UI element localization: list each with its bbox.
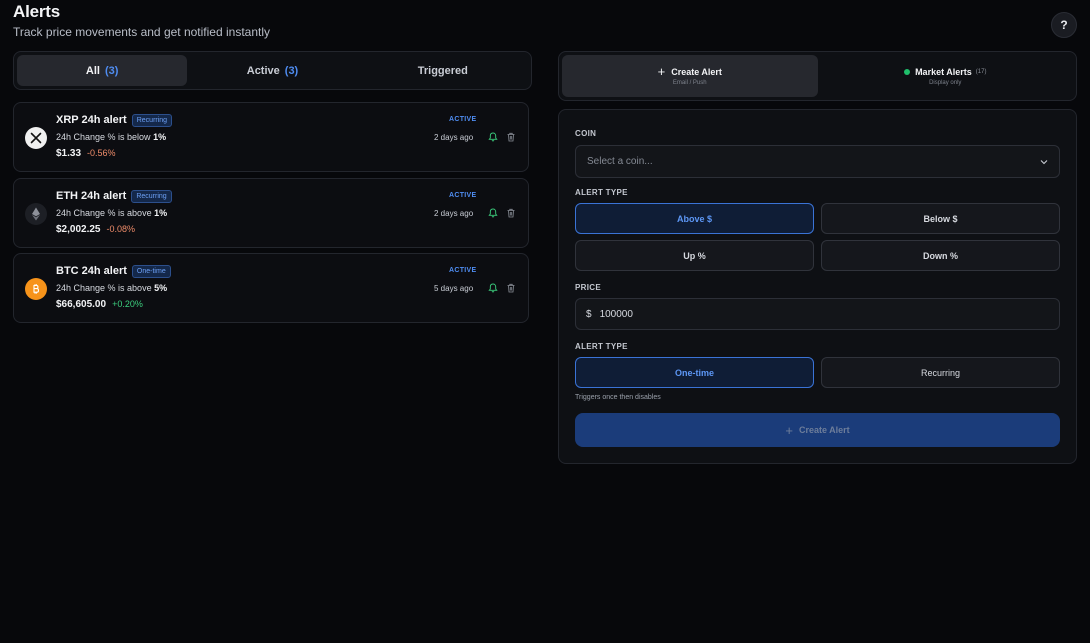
tab-triggered[interactable]: Triggered [358,55,528,86]
price-value: 100000 [599,308,633,320]
chevron-down-icon [1040,160,1048,165]
status-badge: ACTIVE [449,267,477,274]
tab-subtitle: Email / Push [672,79,707,86]
eth-icon [25,203,47,225]
tab-label: Market Alerts [915,66,972,77]
status-badge: ACTIVE [449,192,477,199]
currency-symbol: $ [586,308,592,320]
price-change: -0.08% [106,224,136,234]
alert-condition: 24h Change % is above 5% [56,283,168,293]
trash-icon[interactable] [506,208,516,218]
bell-icon[interactable] [488,208,498,218]
bell-icon[interactable] [488,132,498,142]
xrp-icon [25,127,47,149]
below-price-option[interactable]: Below $ [821,203,1060,234]
tab-all[interactable]: All (3) [17,55,188,86]
coin-select[interactable]: Select a coin... [575,145,1060,178]
alert-name: BTC 24h alert One-time [56,265,171,278]
filter-tabs: All (3) Active (3) Triggered [13,51,532,90]
tab-subtitle: Display only [929,79,962,86]
status-dot-icon [904,68,911,75]
alert-name: ETH 24h alert Recurring [56,190,172,203]
btc-icon [25,278,47,300]
one-time-option[interactable]: One-time [575,357,814,388]
plus-icon: + [657,64,666,79]
page-title: Alerts [13,2,60,21]
alert-timestamp: 2 days ago [434,209,474,218]
tab-label: All [85,64,100,77]
coin-placeholder: Select a coin... [587,156,653,167]
page-header: Alerts Track price movements and get not… [13,2,270,39]
tab-market-alerts[interactable]: Market Alerts (17) Display only [818,55,1074,97]
type-badge: One-time [131,265,171,278]
up-percent-option[interactable]: Up % [575,240,814,271]
bell-icon[interactable] [488,283,498,293]
plus-icon: + [785,422,793,438]
tab-active[interactable]: Active (3) [187,55,357,86]
alert-price: $2,002.25 -0.08% [56,224,136,235]
alert-type-label: ALERT TYPE [575,188,628,197]
type-badge: Recurring [131,190,172,203]
create-alert-button[interactable]: + Create Alert [575,413,1060,447]
tab-title: Market Alerts (17) [904,67,986,77]
tab-count: (3) [104,64,119,77]
tab-label: Create Alert [671,66,722,77]
alert-card-eth[interactable]: ETH 24h alert Recurring 24h Change % is a… [13,178,529,248]
alert-condition: 24h Change % is below 1% [56,132,167,142]
mode-tabs: + Create Alert Email / Push Market Alert… [558,51,1077,101]
help-button[interactable]: ? [1051,12,1077,38]
tab-title: + Create Alert [657,64,722,79]
trash-icon[interactable] [506,132,516,142]
alert-price: $1.33 -0.56% [56,148,116,159]
status-badge: ACTIVE [449,116,477,123]
alert-timestamp: 2 days ago [434,133,474,142]
alert-condition: 24h Change % is above 1% [56,208,168,218]
page-subtitle: Track price movements and get notified i… [13,25,271,39]
alert-price: $66,605.00 +0.20% [56,299,143,310]
alert-timestamp: 5 days ago [434,284,474,293]
frequency-label: ALERT TYPE [575,342,628,351]
submit-label: Create Alert [798,425,850,435]
alert-card-btc[interactable]: BTC 24h alert One-time 24h Change % is ab… [13,253,529,323]
alert-name: XRP 24h alert Recurring [56,114,173,127]
tab-count: (3) [284,64,299,77]
tab-label: Active [246,64,280,77]
type-badge: Recurring [131,114,173,127]
price-change: +0.20% [112,299,143,309]
price-label: PRICE [575,283,601,292]
trash-icon[interactable] [506,283,516,293]
recurring-option[interactable]: Recurring [821,357,1060,388]
tab-create-alert[interactable]: + Create Alert Email / Push [562,55,818,97]
create-alert-form: COIN Select a coin... ALERT TYPE Above $… [558,109,1077,464]
frequency-hint: Triggers once then disables [575,394,661,401]
tab-label: Triggered [417,64,468,77]
above-price-option[interactable]: Above $ [575,203,814,234]
alert-card-xrp[interactable]: XRP 24h alert Recurring 24h Change % is b… [13,102,529,172]
price-input[interactable]: $ 100000 [575,298,1060,330]
price-change: -0.56% [87,148,116,158]
tab-count: (17) [975,68,987,75]
down-percent-option[interactable]: Down % [821,240,1060,271]
coin-label: COIN [575,129,597,138]
